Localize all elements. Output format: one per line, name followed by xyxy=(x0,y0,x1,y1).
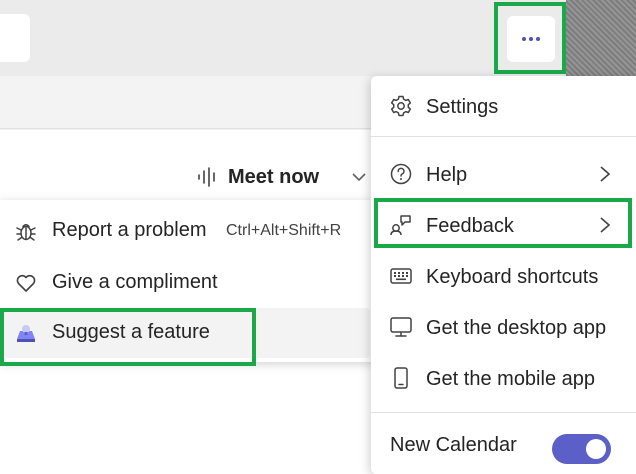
report-problem-item[interactable]: Report a problem Ctrl+Alt+Shift+R xyxy=(0,206,372,256)
keyboard-shortcuts-item[interactable]: Keyboard shortcuts xyxy=(371,252,636,300)
avatar[interactable] xyxy=(566,0,636,76)
menu-divider xyxy=(371,136,636,137)
new-calendar-item: New Calendar xyxy=(371,420,636,468)
settings-label: Settings xyxy=(426,96,499,118)
give-compliment-item[interactable]: Give a compliment xyxy=(0,258,372,308)
suggest-feature-label: Suggest a feature xyxy=(52,321,210,343)
give-compliment-label: Give a compliment xyxy=(52,271,218,293)
mobile-phone-icon xyxy=(394,367,408,389)
more-options-menu: Settings Help Feedback Keyboard shortcut… xyxy=(371,76,636,474)
chevron-down-icon[interactable] xyxy=(350,168,368,186)
settings-item[interactable]: Settings xyxy=(371,82,636,130)
suggest-feature-item[interactable]: Suggest a feature xyxy=(4,308,370,358)
meet-now-button[interactable]: Meet now xyxy=(196,162,319,192)
feedback-icon xyxy=(390,215,411,236)
lightbulb-box-icon xyxy=(17,325,35,342)
report-problem-shortcut: Ctrl+Alt+Shift+R xyxy=(226,222,342,239)
mobile-app-item[interactable]: Get the mobile app xyxy=(371,354,636,402)
gear-icon xyxy=(390,95,412,117)
new-calendar-toggle[interactable] xyxy=(552,434,611,464)
heart-icon xyxy=(16,274,36,292)
feedback-submenu: Report a problem Ctrl+Alt+Shift+R Give a… xyxy=(0,200,378,362)
new-calendar-label: New Calendar xyxy=(390,434,517,456)
meet-now-label: Meet now xyxy=(228,165,320,188)
meet-now-icon xyxy=(198,167,215,187)
desktop-app-item[interactable]: Get the desktop app xyxy=(371,303,636,351)
keyboard-icon xyxy=(390,268,412,284)
more-dots-icon xyxy=(522,37,540,41)
desktop-app-label: Get the desktop app xyxy=(426,317,607,339)
chevron-right-icon xyxy=(600,166,611,182)
help-item[interactable]: Help xyxy=(371,150,636,198)
search-box[interactable] xyxy=(0,14,30,62)
feedback-label: Feedback xyxy=(426,215,514,237)
keyboard-shortcuts-label: Keyboard shortcuts xyxy=(426,266,599,288)
help-label: Help xyxy=(426,164,468,186)
desktop-icon xyxy=(390,317,412,337)
chevron-right-icon xyxy=(600,217,611,233)
feedback-item[interactable]: Feedback xyxy=(371,201,636,249)
menu-divider xyxy=(371,412,636,413)
toggle-knob xyxy=(586,439,606,459)
help-circle-icon xyxy=(390,163,412,185)
more-options-button[interactable] xyxy=(507,16,555,62)
bug-icon xyxy=(16,224,36,241)
report-problem-label: Report a problem xyxy=(52,219,207,241)
mobile-app-label: Get the mobile app xyxy=(426,368,595,390)
